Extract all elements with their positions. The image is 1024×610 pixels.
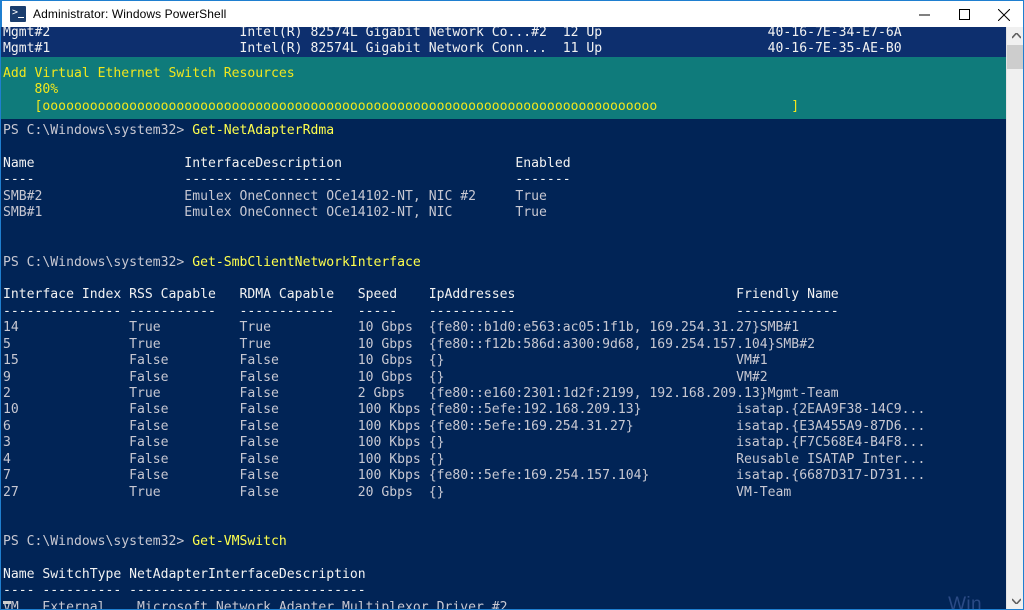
window-title: Administrator: Windows PowerShell [33,7,227,21]
progress-percent: 80% [3,82,59,98]
console-text: PS C:\Windows\system32> Get-NetAdapterRd… [3,123,926,610]
scroll-down-arrow-icon[interactable] [1007,592,1023,609]
console-buffer: Mgmt#2 Intel(R) 82574L Gigabit Network C… [1,27,1006,610]
console-scrollbar[interactable] [1006,27,1023,609]
powershell-icon [10,5,26,22]
table-row: Mgmt#1 Intel(R) 82574L Gigabit Network C… [3,41,1006,57]
scrollbar-track[interactable] [1007,69,1023,592]
window-titlebar[interactable]: Administrator: Windows PowerShell [1,0,1023,28]
minimize-button[interactable] [904,1,944,28]
progress-bar: [ooooooooooooooooooooooooooooooooooooooo… [3,98,800,114]
console-area[interactable]: Mgmt#2 Intel(R) 82574L Gigabit Network C… [1,27,1023,610]
maximize-button[interactable] [944,1,984,28]
scrollbar-thumb[interactable] [1007,45,1023,69]
progress-region: Add Virtual Ethernet Switch Resources 80… [1,57,1006,119]
scrolled-output-rows: Mgmt#2 Intel(R) 82574L Gigabit Network C… [3,27,1006,58]
table-row: Mgmt#2 Intel(R) 82574L Gigabit Network C… [3,27,1006,40]
powershell-window: Administrator: Windows PowerShell Mgmt#2… [0,0,1024,610]
progress-activity: Add Virtual Ethernet Switch Resources [3,66,295,81]
close-button[interactable] [984,1,1023,28]
scroll-up-arrow-icon[interactable] [1007,27,1023,45]
windows-activation-watermark: Win [948,594,982,610]
text-cursor [3,601,11,604]
window-controls [904,1,1023,28]
watermark-line1: Win [948,594,982,610]
